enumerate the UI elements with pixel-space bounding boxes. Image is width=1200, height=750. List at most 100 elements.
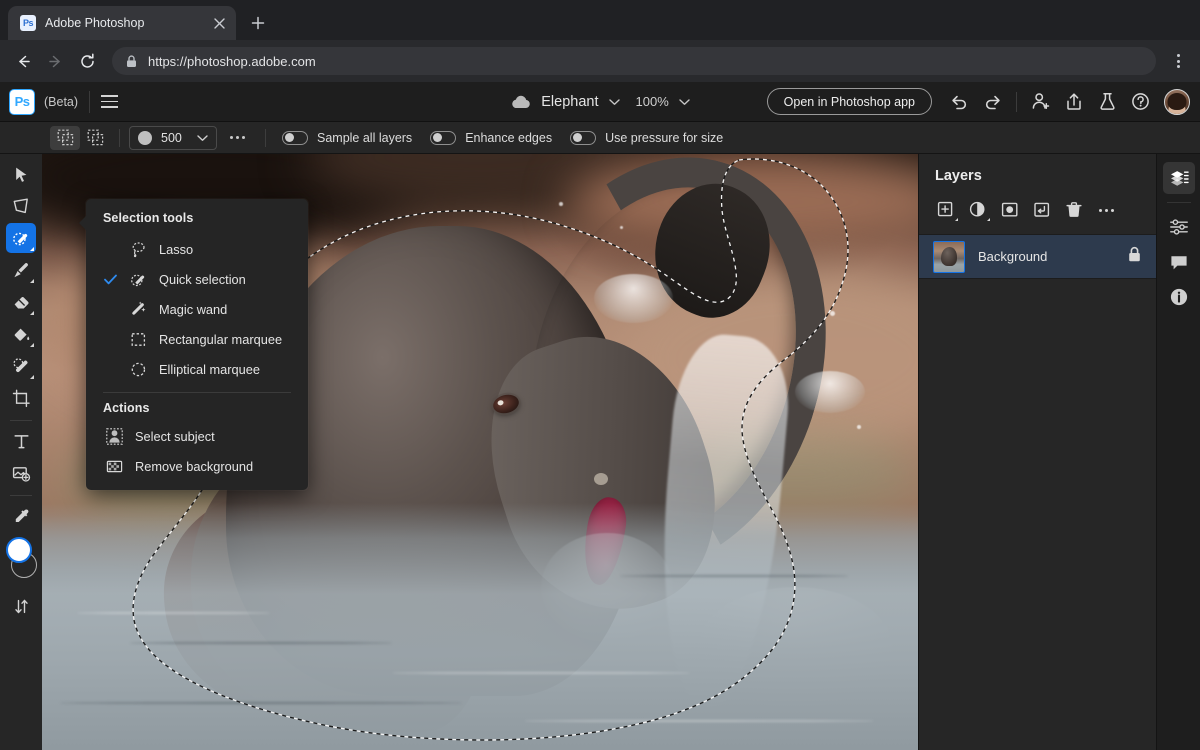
flyout-rectangular-marquee[interactable]: Rectangular marquee xyxy=(86,324,308,354)
flyout-magic-wand[interactable]: Magic wand xyxy=(86,294,308,324)
info-panel-button[interactable] xyxy=(1163,281,1195,313)
enhance-edges-label: Enhance edges xyxy=(465,130,553,145)
water-surface xyxy=(42,503,918,750)
reload-icon[interactable] xyxy=(72,46,102,76)
clipping-mask-button[interactable] xyxy=(1027,196,1057,224)
paint-bucket-tool[interactable] xyxy=(6,319,36,349)
flyout-lasso-label: Lasso xyxy=(159,241,194,257)
tab-title: Adobe Photoshop xyxy=(45,16,145,30)
flyout-remove-background[interactable]: Remove background xyxy=(86,451,308,481)
elephant-tusk xyxy=(593,473,608,486)
flyout-section-title: Selection tools xyxy=(103,211,194,225)
cloud-icon xyxy=(510,95,531,109)
layer-thumbnail[interactable] xyxy=(933,240,965,273)
image-canvas[interactable]: Selection tools Lasso Quick selection Ma… xyxy=(42,154,918,750)
flyout-quick-selection[interactable]: Quick selection xyxy=(86,264,308,294)
new-tab-button[interactable] xyxy=(244,9,272,37)
hamburger-menu-icon[interactable] xyxy=(101,90,125,114)
flyout-rectangular-marquee-label: Rectangular marquee xyxy=(159,331,283,347)
photoshop-logo-icon: Ps xyxy=(9,88,35,115)
transform-tool[interactable] xyxy=(6,191,36,221)
question-circle-icon[interactable] xyxy=(1125,87,1155,117)
delete-layer-button[interactable] xyxy=(1059,196,1089,224)
flyout-indicator xyxy=(987,218,990,221)
header-divider xyxy=(89,90,91,113)
document-name[interactable]: Elephant xyxy=(541,94,598,110)
crop-tool[interactable] xyxy=(6,383,36,413)
workspace: Selection tools Lasso Quick selection Ma… xyxy=(0,154,1200,750)
move-tool[interactable] xyxy=(6,159,36,189)
water-droplet xyxy=(856,424,861,429)
layers-panel-actions xyxy=(919,184,1156,234)
healing-brush-tool[interactable] xyxy=(6,351,36,381)
open-in-photoshop-app-button[interactable]: Open in Photoshop app xyxy=(766,88,932,115)
enhance-edges-toggle[interactable] xyxy=(430,130,457,145)
add-layer-button[interactable] xyxy=(931,196,961,224)
sample-all-layers-toggle[interactable] xyxy=(282,130,308,145)
arrow-right-icon[interactable] xyxy=(40,46,70,76)
more-options-icon[interactable] xyxy=(223,126,251,150)
chevron-down-icon[interactable] xyxy=(197,134,208,142)
options-separator xyxy=(265,128,266,147)
redo-icon[interactable] xyxy=(977,87,1007,117)
water-ripple xyxy=(523,719,875,722)
water-splash xyxy=(795,370,866,413)
layers-panel: Layers Background xyxy=(918,154,1156,750)
address-bar[interactable]: https://photoshop.adobe.com xyxy=(112,47,1156,75)
selection-tools-flyout-menu[interactable]: Selection tools Lasso Quick selection Ma… xyxy=(79,199,308,490)
close-icon[interactable] xyxy=(210,14,228,32)
flyout-lasso[interactable]: Lasso xyxy=(86,234,308,264)
beta-label: (Beta) xyxy=(44,94,79,109)
flyout-elliptical-marquee[interactable]: Elliptical marquee xyxy=(86,354,308,384)
use-pressure-for-size-toggle[interactable] xyxy=(570,130,597,145)
type-tool[interactable] xyxy=(6,426,36,456)
quick-selection-brush-icon xyxy=(127,271,149,288)
eyedropper-tool[interactable] xyxy=(6,501,36,531)
checkmark-icon xyxy=(103,274,117,285)
adjustment-layer-button[interactable] xyxy=(963,196,993,224)
user-avatar[interactable] xyxy=(1164,88,1190,115)
eraser-tool[interactable] xyxy=(6,287,36,317)
arrow-left-icon[interactable] xyxy=(8,46,38,76)
properties-panel-button[interactable] xyxy=(1163,211,1195,243)
photoshop-icon: Ps xyxy=(20,15,36,31)
add-selection-icon[interactable] xyxy=(50,125,80,150)
brush-size-picker[interactable]: 500 xyxy=(129,125,217,150)
use-pressure-group: Use pressure for size xyxy=(570,130,723,145)
place-image-tool[interactable] xyxy=(6,458,36,488)
chevron-down-icon[interactable] xyxy=(679,93,690,111)
subtract-selection-icon[interactable] xyxy=(80,126,110,150)
layer-mask-button[interactable] xyxy=(995,196,1025,224)
water-ripple xyxy=(392,671,691,674)
brush-tool[interactable] xyxy=(6,255,36,285)
swap-arrows-icon[interactable] xyxy=(6,591,36,621)
add-person-icon[interactable] xyxy=(1026,87,1056,117)
foreground-background-color-swatch[interactable] xyxy=(4,537,38,583)
flyout-elliptical-marquee-label: Elliptical marquee xyxy=(159,361,261,377)
tool-flyout-indicator xyxy=(29,342,34,347)
layers-panel-button[interactable] xyxy=(1162,162,1195,194)
layer-name: Background xyxy=(978,249,1048,264)
tool-flyout-indicator xyxy=(29,246,34,251)
lock-icon[interactable] xyxy=(1127,246,1142,268)
kebab-menu-icon[interactable] xyxy=(1164,47,1192,75)
flask-icon[interactable] xyxy=(1092,87,1122,117)
share-upload-icon[interactable] xyxy=(1059,87,1089,117)
zoom-level[interactable]: 100% xyxy=(636,94,669,109)
chevron-down-icon[interactable] xyxy=(608,93,620,111)
layer-row-background[interactable]: Background xyxy=(919,235,1156,279)
layers-more-button[interactable] xyxy=(1091,196,1121,224)
layer-list: Background xyxy=(919,234,1156,279)
water-ripple xyxy=(59,701,463,704)
quick-selection-tool[interactable] xyxy=(6,223,36,253)
photoshop-app-header: Ps (Beta) Elephant 100% Open in Photosho… xyxy=(0,82,1200,122)
browser-tab[interactable]: Ps Adobe Photoshop xyxy=(8,6,236,40)
lock-icon xyxy=(126,54,137,68)
undo-icon[interactable] xyxy=(944,87,974,117)
comments-panel-button[interactable] xyxy=(1163,246,1195,278)
more-options-icon xyxy=(1098,208,1114,212)
header-separator xyxy=(1016,91,1017,112)
tool-options-bar: 500 Sample all layers Enhance edges Use … xyxy=(0,122,1200,154)
foreground-color-swatch[interactable] xyxy=(6,537,32,563)
flyout-select-subject[interactable]: Select subject xyxy=(86,421,308,451)
